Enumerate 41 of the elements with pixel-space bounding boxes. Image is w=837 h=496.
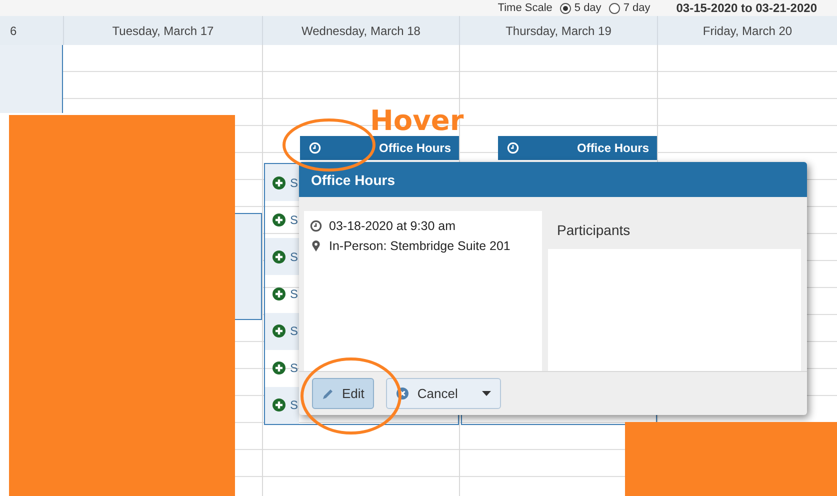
event-bar[interactable]: Office Hours	[300, 136, 459, 160]
day-header: Friday, March 20	[657, 16, 837, 45]
add-icon	[272, 176, 286, 190]
day-header: 6	[9, 22, 18, 40]
add-icon	[272, 286, 286, 301]
slot-item[interactable]: S	[265, 238, 299, 276]
event-location: In-Person: Stembridge Suite 201	[329, 239, 510, 253]
day-header: Thursday, March 19	[459, 16, 657, 45]
date-range: 03-15-2020 to 03-21-2020	[676, 1, 817, 15]
slot-item[interactable]: S	[265, 164, 299, 202]
slot-item[interactable]: S	[265, 350, 299, 387]
add-icon	[272, 324, 286, 338]
clock-icon	[507, 142, 519, 154]
add-icon	[272, 398, 286, 412]
radio-button[interactable]	[609, 2, 620, 14]
participants-label: Participants	[556, 221, 632, 240]
map-pin-icon	[310, 240, 322, 252]
annotation-label: Hover	[370, 104, 464, 137]
radio-label: 7 day	[623, 2, 650, 14]
event-datetime: 03-18-2020 at 9:30 am	[329, 219, 456, 233]
radio-button[interactable]	[560, 2, 572, 14]
day-header: Tuesday, March 17	[63, 16, 262, 45]
cancel-icon	[396, 387, 410, 400]
slot-item[interactable]: S	[265, 275, 299, 313]
radio-label: 5 day	[574, 2, 602, 14]
slot-item[interactable]: S	[265, 201, 299, 238]
caret-icon	[482, 391, 491, 396]
clock-icon	[310, 220, 322, 232]
add-icon	[272, 212, 286, 227]
clock-icon	[309, 142, 321, 154]
edit-button[interactable]: Edit	[312, 378, 374, 409]
add-icon	[272, 361, 286, 376]
day-header: Wednesday, March 18	[262, 16, 459, 45]
popup-title: Office Hours	[299, 162, 807, 197]
event-bar[interactable]: Office Hours	[498, 136, 657, 160]
add-icon	[272, 250, 286, 264]
pencil-icon	[322, 388, 334, 400]
cancel-split-button[interactable]: Cancel	[386, 378, 501, 409]
slot-item[interactable]: S	[265, 312, 299, 350]
slot-item[interactable]: S	[265, 386, 299, 424]
time-scale-label: Time Scale	[498, 2, 552, 14]
